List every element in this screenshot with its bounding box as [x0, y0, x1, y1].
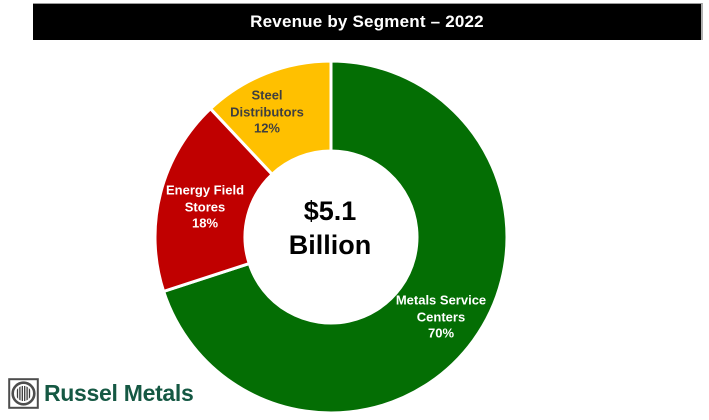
- company-logo: Russel Metals: [8, 377, 194, 409]
- slide: Revenue by Segment – 2022 Metals Service…: [0, 0, 709, 420]
- segment-label: Steel Distributors 12%: [230, 87, 304, 136]
- segment-label: Energy Field Stores 18%: [165, 182, 245, 231]
- globe-grid-icon: [8, 377, 39, 409]
- chart-center-value: $5.1 Billion: [289, 194, 372, 262]
- company-logo-text: Russel Metals: [44, 379, 194, 406]
- segment-label: Metals Service Centers 70%: [395, 292, 487, 341]
- center-value-amount: $5.1: [303, 196, 357, 226]
- center-value-unit: Billion: [288, 230, 372, 260]
